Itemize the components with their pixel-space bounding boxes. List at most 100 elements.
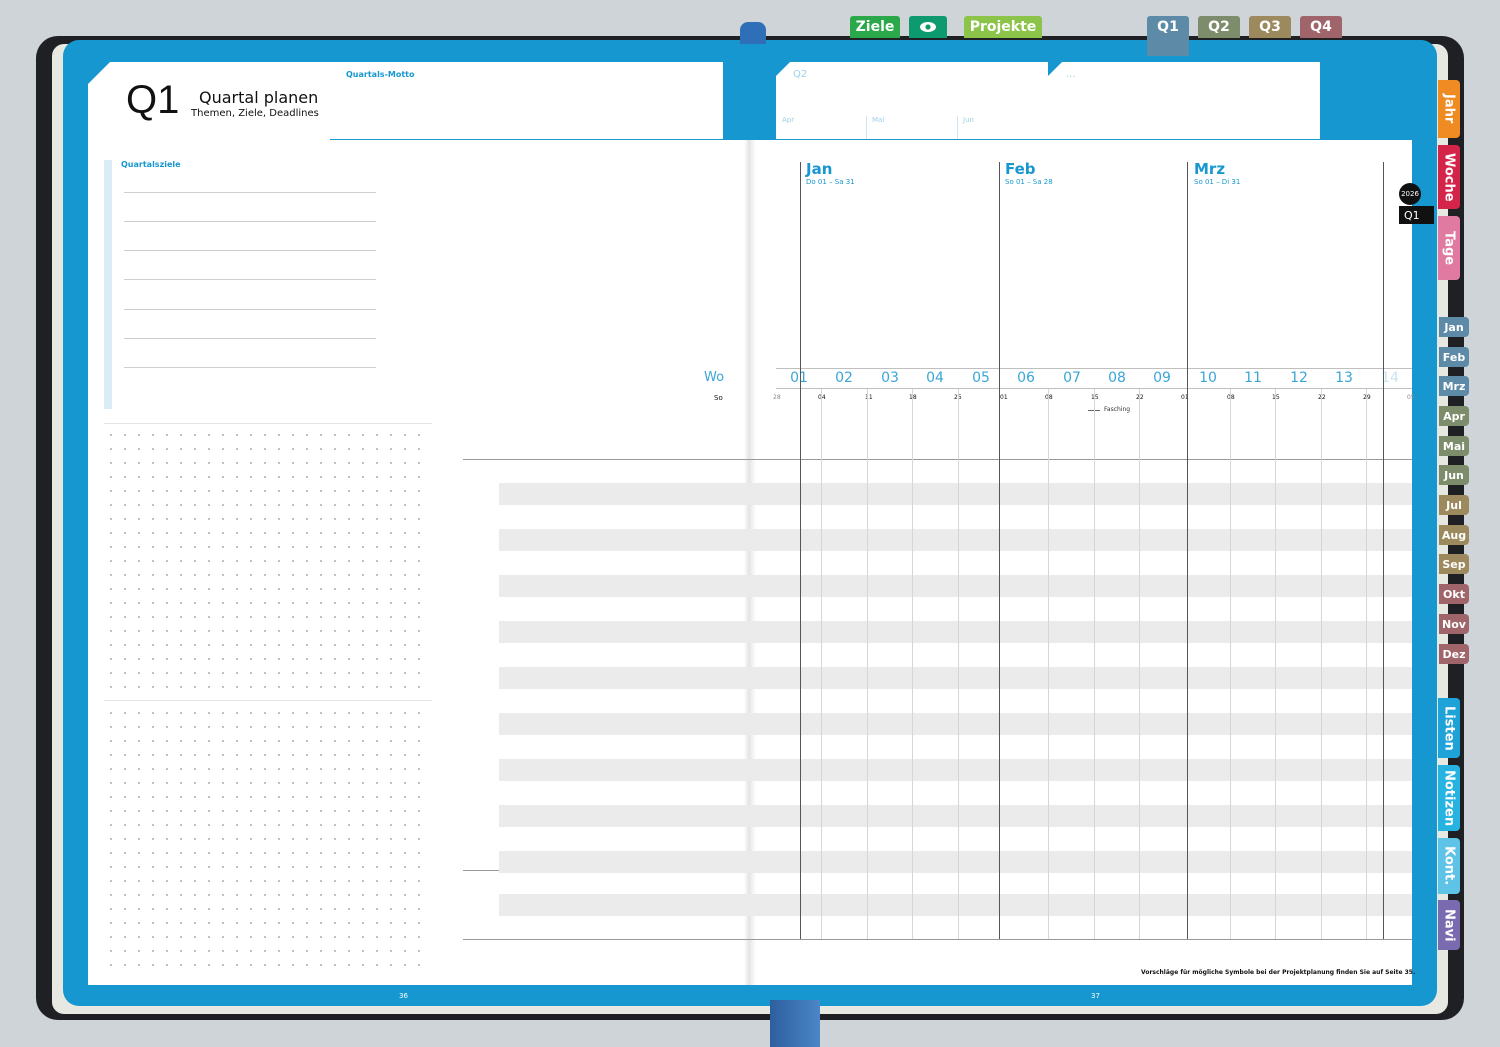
tab-month-nov[interactable]: Nov: [1439, 614, 1469, 634]
motto-label: Quartals-Motto: [346, 70, 415, 79]
tab-month-label: Jun: [1444, 468, 1464, 482]
tab-ziele[interactable]: Ziele: [850, 16, 900, 38]
page-number-left: 36: [399, 992, 408, 1000]
goal-line[interactable]: [124, 279, 376, 280]
q2-month-jun: Jun: [963, 116, 974, 124]
tab-month-jul[interactable]: Jul: [1439, 495, 1469, 515]
q2-month-mai: Mai: [872, 116, 885, 124]
year-badge: 2026: [1399, 183, 1421, 205]
tab-jahr[interactable]: Jahr: [1438, 80, 1460, 138]
ribbon-bookmark-bottom: [770, 1000, 820, 1047]
tab-month-label: Mai: [1442, 439, 1466, 453]
quarter-badge: Q1: [1399, 206, 1434, 224]
goal-line[interactable]: [124, 367, 376, 368]
month-feb-range: So 01 – Sa 28: [1005, 178, 1053, 186]
tab-month-label: Feb: [1442, 350, 1466, 364]
goal-line[interactable]: [124, 221, 376, 222]
tab-month-jun[interactable]: Jun: [1439, 465, 1469, 485]
week-label: Wo: [704, 370, 725, 385]
event-label: Fasching: [1104, 406, 1131, 413]
tab-review[interactable]: [909, 16, 947, 38]
tab-ziele-label: Ziele: [855, 19, 895, 35]
tab-q3-label: Q3: [1259, 19, 1281, 35]
tab-q2[interactable]: Q2: [1198, 16, 1240, 38]
tab-woche-label: Woche: [1441, 152, 1457, 202]
tab-navi[interactable]: Navi: [1438, 900, 1460, 950]
month-jan: Jan: [806, 160, 833, 178]
tab-notizen[interactable]: Notizen: [1438, 765, 1460, 831]
week-number: 13: [1335, 370, 1353, 386]
week-line: [1094, 389, 1095, 939]
tab-kont[interactable]: Kont.: [1438, 838, 1460, 894]
month-boundary-feb: [999, 162, 1000, 939]
week-number: 08: [1108, 370, 1126, 386]
more-box[interactable]: [1048, 62, 1320, 139]
tab-projekte[interactable]: Projekte: [964, 16, 1042, 38]
month-mrz-range: So 01 – Di 31: [1194, 178, 1241, 186]
quarter-title: Q1: [126, 78, 180, 122]
week-number: 04: [926, 370, 944, 386]
divider: [104, 423, 432, 424]
week-line: [1139, 389, 1140, 939]
week-start-date: 01: [1000, 394, 1008, 401]
week-number: 02: [835, 370, 853, 386]
tab-month-sep[interactable]: Sep: [1439, 554, 1469, 574]
week-line: [1275, 389, 1276, 939]
week-number: 14: [1381, 370, 1399, 386]
tab-jahr-label: Jahr: [1441, 94, 1457, 124]
goal-line[interactable]: [124, 250, 376, 251]
tab-woche[interactable]: Woche: [1438, 145, 1460, 209]
dot-grid-notes[interactable]: [104, 706, 432, 976]
week-line: [1048, 389, 1049, 939]
week-line: [1230, 389, 1231, 939]
divider: [104, 700, 432, 701]
tab-q4[interactable]: Q4: [1300, 16, 1342, 38]
week-number: 07: [1063, 370, 1081, 386]
tab-month-jan[interactable]: Jan: [1439, 317, 1469, 337]
tab-month-mrz[interactable]: Mrz: [1439, 376, 1469, 396]
q2-preview-box[interactable]: [776, 62, 1048, 139]
tab-q1[interactable]: Q1: [1147, 16, 1189, 56]
goal-line[interactable]: [124, 338, 376, 339]
q2-divider: [957, 116, 958, 139]
tab-kont-label: Kont.: [1441, 846, 1457, 886]
goals-bar: [104, 160, 112, 409]
goal-line[interactable]: [124, 192, 376, 193]
week-number: 01: [790, 370, 808, 386]
tab-month-aug[interactable]: Aug: [1439, 525, 1469, 545]
tab-month-mai[interactable]: Mai: [1439, 436, 1469, 456]
tab-q3[interactable]: Q3: [1249, 16, 1291, 38]
tab-month-dez[interactable]: Dez: [1439, 644, 1469, 664]
dot-grid-notes[interactable]: [104, 428, 432, 696]
week-line: [1366, 389, 1367, 939]
week-line: [1321, 389, 1322, 939]
page-subtitle: Themen, Ziele, Deadlines: [191, 108, 319, 119]
goal-line[interactable]: [124, 309, 376, 310]
tab-q1-label: Q1: [1157, 19, 1179, 35]
tab-listen[interactable]: Listen: [1438, 698, 1460, 758]
week-number: 12: [1290, 370, 1308, 386]
footer-note: Vorschläge für mögliche Symbole bei der …: [1141, 969, 1416, 976]
goals-label: Quartalsziele: [121, 160, 181, 169]
tab-tage[interactable]: Tage: [1438, 216, 1460, 280]
tab-month-feb[interactable]: Feb: [1439, 347, 1469, 367]
month-boundary-jan: [800, 162, 801, 939]
ribbon-bookmark-top: [740, 22, 766, 44]
q2-label: Q2: [793, 69, 808, 80]
week-number: 11: [1244, 370, 1262, 386]
tab-month-label: Sep: [1442, 557, 1466, 571]
tab-month-label: Jul: [1446, 498, 1462, 512]
tab-month-label: Okt: [1443, 587, 1465, 601]
grid-bottom-line: [463, 939, 1412, 940]
tab-month-label: Aug: [1441, 528, 1467, 542]
week-strip-top: [776, 368, 1412, 369]
week-number: 06: [1017, 370, 1035, 386]
tab-q4-label: Q4: [1310, 19, 1332, 35]
tab-month-okt[interactable]: Okt: [1439, 584, 1469, 604]
tab-q2-label: Q2: [1208, 19, 1230, 35]
tab-month-apr[interactable]: Apr: [1439, 406, 1469, 426]
tab-month-label: Dez: [1442, 647, 1466, 661]
tab-tage-label: Tage: [1441, 230, 1457, 266]
month-feb: Feb: [1005, 160, 1036, 178]
eye-icon: [920, 22, 936, 32]
